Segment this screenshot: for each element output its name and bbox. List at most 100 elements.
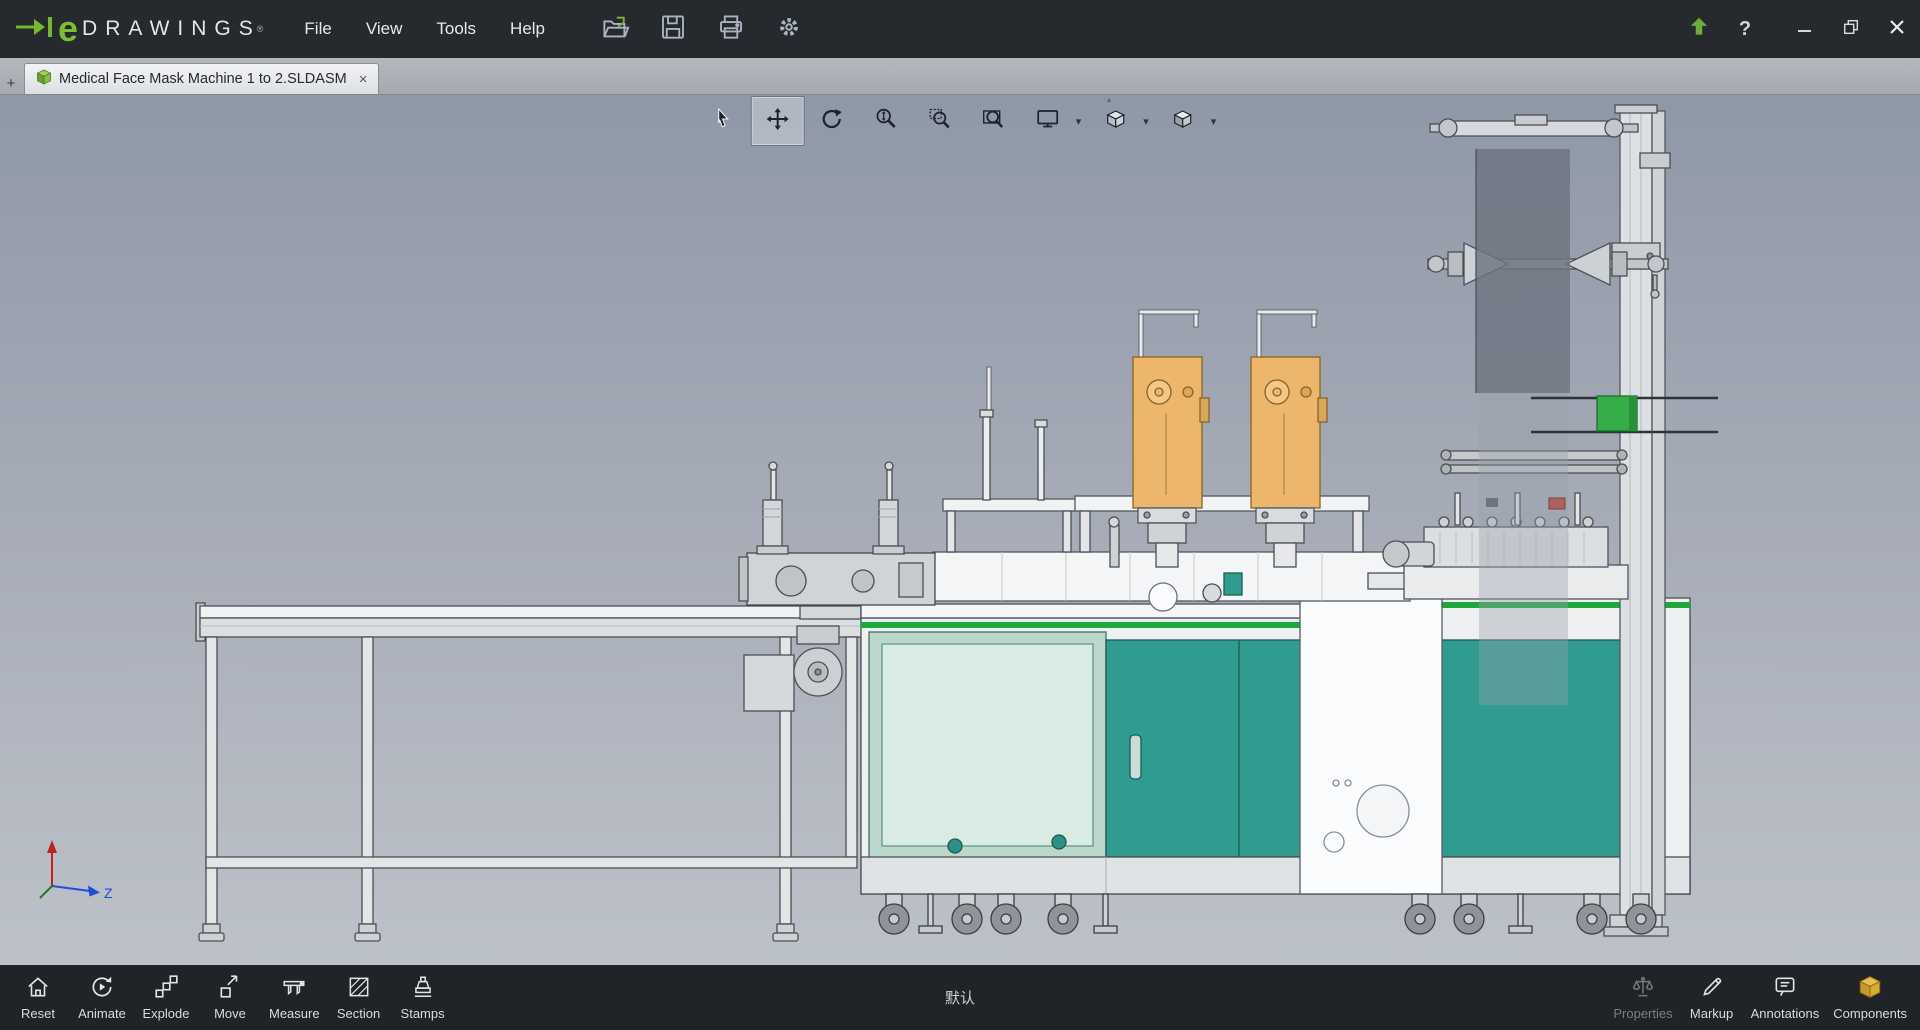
publish-button[interactable] xyxy=(1676,0,1722,58)
menu-tools[interactable]: Tools xyxy=(419,10,493,48)
close-icon xyxy=(1888,18,1906,41)
menu-view[interactable]: View xyxy=(349,10,420,48)
explode-label: Explode xyxy=(142,1006,190,1021)
restore-icon xyxy=(1842,18,1860,41)
options-button[interactable] xyxy=(766,8,812,50)
animate-button[interactable]: Animate xyxy=(70,965,134,1030)
section-label: Section xyxy=(336,1006,381,1021)
move-label: Move xyxy=(214,1006,246,1021)
help-button[interactable]: ? xyxy=(1722,0,1768,58)
chevron-down-icon[interactable]: ▾ xyxy=(1211,115,1217,128)
measure-label: Measure xyxy=(269,1006,320,1021)
zoom-fit-icon xyxy=(981,106,1007,137)
monitor-icon xyxy=(1035,106,1061,137)
section-icon xyxy=(346,974,372,1003)
full-screen-tool-group: ▾ xyxy=(1021,96,1089,146)
shaded-cube-icon xyxy=(1170,106,1196,137)
display-style-tool-button[interactable] xyxy=(1156,96,1210,146)
tab-close-icon[interactable]: × xyxy=(359,72,368,87)
quick-toolbar xyxy=(592,8,812,50)
print-button[interactable] xyxy=(708,8,754,50)
explode-button[interactable]: Explode xyxy=(134,965,198,1030)
open-button[interactable] xyxy=(592,8,638,50)
pan-arrows-icon xyxy=(765,106,791,137)
stamp-icon xyxy=(410,974,436,1003)
zoom-magnifier-icon xyxy=(873,106,899,137)
assembly-cube-icon xyxy=(36,69,52,89)
edrawings-logo: e DRAWINGS ® xyxy=(14,11,263,47)
annotation-note-icon xyxy=(1772,974,1798,1003)
title-bar: e DRAWINGS ® File View Tools Help ? xyxy=(0,0,1920,58)
ultrasonic-station-1 xyxy=(1132,309,1210,568)
zoom-area-tool-button[interactable] xyxy=(913,96,967,146)
full-screen-tool-button[interactable] xyxy=(1021,96,1075,146)
annotations-label: Annotations xyxy=(1750,1006,1820,1021)
annotations-button[interactable]: Annotations xyxy=(1744,965,1827,1030)
logo-text: DRAWINGS xyxy=(82,17,261,40)
open-icon xyxy=(600,12,630,47)
minimize-button[interactable] xyxy=(1782,0,1828,58)
display-style-tool-group: ▾ xyxy=(1156,96,1224,146)
properties-scale-icon xyxy=(1630,974,1656,1003)
explode-icon xyxy=(153,974,179,1003)
toolbar-collapse-handle[interactable]: ▴ xyxy=(1100,95,1118,104)
save-button[interactable] xyxy=(650,8,696,50)
section-button[interactable]: Section xyxy=(327,965,391,1030)
components-label: Components xyxy=(1833,1006,1907,1021)
help-icon: ? xyxy=(1738,17,1752,40)
restore-button[interactable] xyxy=(1828,0,1874,58)
menu-bar: File View Tools Help xyxy=(287,10,562,48)
edrawings-window: e DRAWINGS ® File View Tools Help ? + Me… xyxy=(0,0,1920,1030)
components-button[interactable]: Components xyxy=(1826,965,1914,1030)
stamps-label: Stamps xyxy=(400,1006,445,1021)
zoom-tool-button[interactable] xyxy=(859,96,913,146)
zoom-fit-tool-button[interactable] xyxy=(967,96,1021,146)
view-toolbar: ▾ ▾ ▾ xyxy=(697,96,1224,146)
select-cursor-icon xyxy=(711,106,737,137)
pan-tool-button[interactable] xyxy=(750,96,805,146)
select-tool-button[interactable] xyxy=(697,96,751,146)
pencil-icon xyxy=(1699,974,1725,1003)
menu-help[interactable]: Help xyxy=(493,10,562,48)
orientation-triad: Z xyxy=(30,828,125,913)
measure-button[interactable]: Measure xyxy=(262,965,327,1030)
logo-registered-mark: ® xyxy=(256,24,264,34)
new-tab-button[interactable]: + xyxy=(3,74,19,92)
chevron-down-icon[interactable]: ▾ xyxy=(1076,115,1082,128)
material-film-web xyxy=(1475,149,1570,705)
logo-e: e xyxy=(58,8,79,49)
home-icon xyxy=(25,974,51,1003)
document-tab-bar: + Medical Face Mask Machine 1 to 2.SLDAS… xyxy=(0,58,1920,95)
move-icon xyxy=(217,974,243,1003)
vertical-actuators xyxy=(756,461,905,555)
cad-model-drawing xyxy=(195,104,1718,942)
rotate-icon xyxy=(819,106,845,137)
model-canvas[interactable]: ▴ ▾ ▾ ▾ Z xyxy=(0,95,1920,965)
view-cube-icon xyxy=(1102,106,1128,137)
welding-stations xyxy=(738,309,1411,612)
close-button[interactable] xyxy=(1874,0,1920,58)
view-orientation-tool-group: ▾ xyxy=(1088,96,1156,146)
print-icon xyxy=(716,12,746,47)
rotate-tool-button[interactable] xyxy=(805,96,859,146)
conveyor-frame xyxy=(195,602,863,942)
ultrasonic-station-2 xyxy=(1250,309,1328,568)
publish-up-arrow-icon xyxy=(1686,14,1712,45)
properties-label: Properties xyxy=(1613,1006,1673,1021)
move-button[interactable]: Move xyxy=(198,965,262,1030)
markup-button[interactable]: Markup xyxy=(1680,965,1744,1030)
machine-casters xyxy=(878,893,1657,935)
document-tab[interactable]: Medical Face Mask Machine 1 to 2.SLDASM … xyxy=(24,63,380,94)
triad-z-label: Z xyxy=(104,885,113,901)
properties-button: Properties xyxy=(1606,965,1679,1030)
minimize-icon xyxy=(1796,18,1814,41)
markup-label: Markup xyxy=(1689,1006,1734,1021)
configuration-name[interactable]: 默认 xyxy=(945,987,975,1008)
chevron-down-icon[interactable]: ▾ xyxy=(1143,115,1149,128)
reset-button[interactable]: Reset xyxy=(6,965,70,1030)
components-cube-icon xyxy=(1857,974,1883,1003)
logo-arrow-icon xyxy=(14,15,56,44)
menu-file[interactable]: File xyxy=(287,10,348,48)
stamps-button[interactable]: Stamps xyxy=(391,965,455,1030)
zoom-area-icon xyxy=(927,106,953,137)
